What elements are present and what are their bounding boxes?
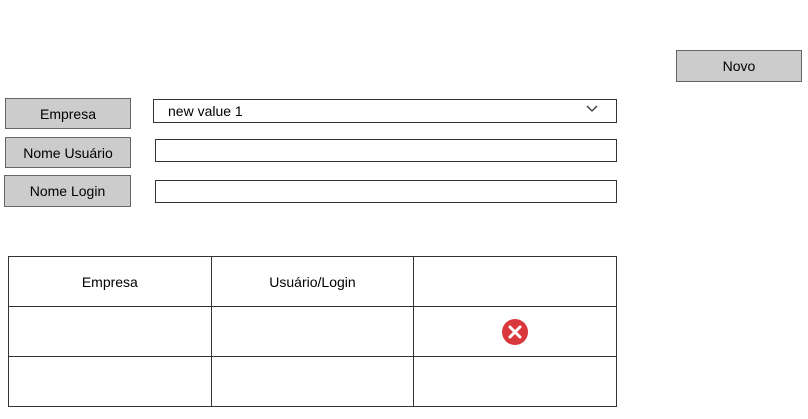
results-table: Empresa Usuário/Login [8,256,617,407]
cell-actions [413,356,617,407]
nome-login-label-button[interactable]: Nome Login [4,175,131,207]
nome-login-input[interactable] [155,180,617,203]
cell-actions [413,306,617,357]
nome-login-label: Nome Login [29,183,106,199]
chevron-down-icon [586,105,598,112]
cell-empresa [8,356,212,407]
table-row [8,356,617,407]
cell-usuario-login [210,306,415,357]
empresa-select-value: new value 1 [168,103,243,119]
header-actions [413,256,617,307]
header-usuario-login: Usuário/Login [210,256,415,307]
empresa-label-button[interactable]: Empresa [5,98,131,129]
table-header-row: Empresa Usuário/Login [8,256,617,307]
new-button-label: Novo [722,58,756,74]
empresa-select[interactable]: new value 1 [153,99,617,123]
cell-usuario-login [210,356,415,407]
nome-usuario-label: Nome Usuário [23,144,113,161]
empresa-label: Empresa [39,105,97,122]
header-empresa: Empresa [8,256,212,307]
nome-usuario-input[interactable] [155,139,617,162]
new-button[interactable]: Novo [676,50,802,82]
delete-icon[interactable] [501,318,529,346]
cell-empresa [8,306,212,357]
nome-usuario-label-button[interactable]: Nome Usuário [5,137,131,168]
table-row [8,306,617,357]
